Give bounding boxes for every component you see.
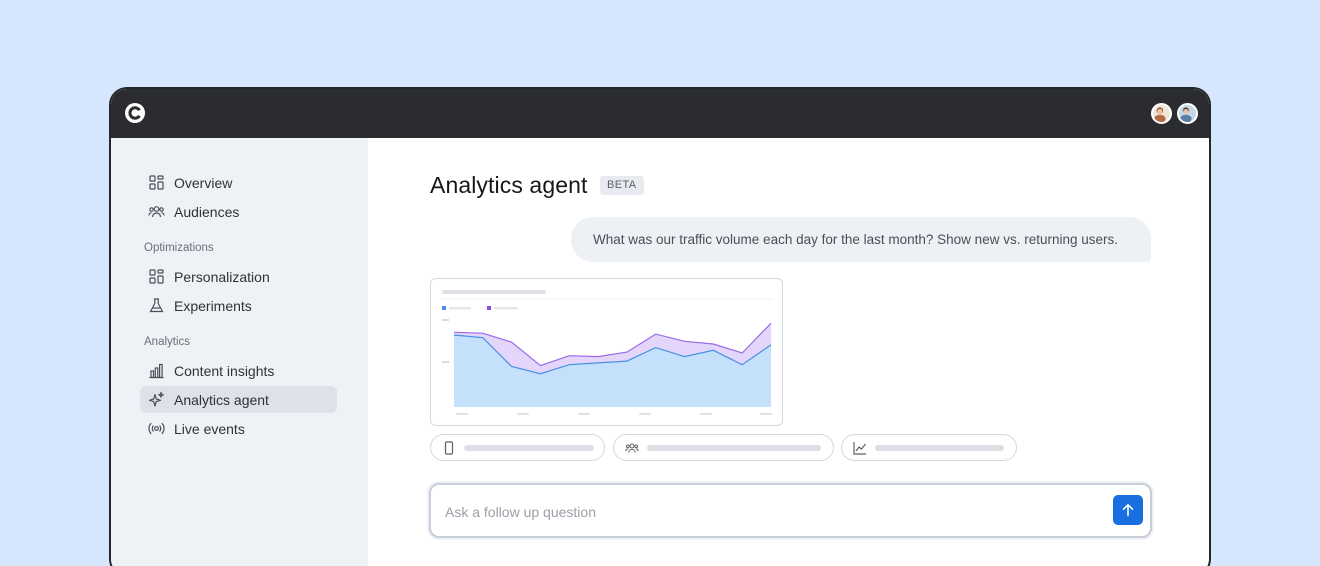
mobile-icon bbox=[444, 440, 454, 455]
traffic-area-chart bbox=[442, 290, 773, 415]
suggestion-chip-trend[interactable] bbox=[841, 434, 1017, 461]
grid-icon bbox=[149, 269, 164, 284]
x-tick-label-placeholder bbox=[578, 413, 590, 415]
main-content: Analytics agent BETA What was our traffi… bbox=[368, 138, 1209, 566]
bar-chart-icon bbox=[149, 363, 164, 379]
user-avatar-icon[interactable] bbox=[1151, 103, 1172, 124]
user-message-bubble: What was our traffic volume each day for… bbox=[571, 217, 1151, 262]
follow-up-input-box[interactable] bbox=[429, 483, 1152, 538]
line-chart-icon bbox=[853, 441, 866, 455]
beta-badge: BETA bbox=[600, 176, 644, 195]
sidebar-item-label: Audiences bbox=[174, 203, 240, 220]
send-button[interactable] bbox=[1113, 495, 1143, 525]
section-label-optimizations: Optimizations bbox=[144, 242, 214, 254]
sidebar-item-label: Live events bbox=[174, 420, 245, 437]
sidebar-item-content-insights[interactable]: Content insights bbox=[140, 357, 337, 384]
y-tick-label-placeholder bbox=[442, 361, 449, 363]
y-tick-label-placeholder bbox=[442, 319, 449, 321]
sidebar-item-label: Overview bbox=[174, 174, 233, 191]
x-tick-label-placeholder bbox=[639, 413, 651, 415]
chart-title-placeholder bbox=[442, 290, 546, 294]
sidebar-item-live-events[interactable]: Live events bbox=[140, 415, 337, 442]
sidebar-item-label: Personalization bbox=[174, 268, 270, 285]
sidebar-item-experiments[interactable]: Experiments bbox=[140, 292, 337, 319]
sidebar-item-label: Experiments bbox=[174, 297, 252, 314]
x-tick-label-placeholder bbox=[517, 413, 529, 415]
grid-icon bbox=[149, 175, 164, 190]
chip-label-placeholder bbox=[464, 444, 594, 451]
legend-swatch-returning bbox=[487, 306, 491, 310]
contentsquare-logo-icon[interactable] bbox=[123, 101, 147, 125]
sidebar-item-label: Content insights bbox=[174, 362, 275, 379]
people-icon bbox=[148, 206, 165, 218]
suggestion-chip-audience[interactable] bbox=[613, 434, 834, 461]
flask-icon bbox=[149, 298, 164, 313]
people-icon bbox=[625, 443, 639, 453]
sidebar-item-audiences[interactable]: Audiences bbox=[140, 198, 337, 225]
chip-label-placeholder bbox=[875, 444, 1004, 451]
legend-label-placeholder bbox=[494, 307, 518, 310]
x-tick-label-placeholder bbox=[456, 413, 468, 415]
title-bar bbox=[111, 89, 1209, 138]
x-tick-label-placeholder bbox=[700, 413, 712, 415]
suggestion-chip-device[interactable] bbox=[430, 434, 605, 461]
legend-swatch-new bbox=[442, 306, 446, 310]
broadcast-icon bbox=[148, 422, 165, 435]
user-avatar-icon[interactable] bbox=[1177, 103, 1198, 124]
sidebar-item-overview[interactable]: Overview bbox=[140, 169, 337, 196]
follow-up-input[interactable] bbox=[445, 501, 1085, 523]
legend-label-placeholder bbox=[449, 307, 471, 310]
app-window: Overview Audiences Optimizations Persona… bbox=[109, 87, 1211, 566]
sidebar-item-analytics-agent[interactable]: Analytics agent bbox=[140, 386, 337, 413]
sidebar-item-personalization[interactable]: Personalization bbox=[140, 263, 337, 290]
arrow-up-icon bbox=[1122, 504, 1134, 517]
section-label-analytics: Analytics bbox=[144, 336, 191, 348]
sidebar: Overview Audiences Optimizations Persona… bbox=[111, 138, 368, 566]
x-tick-label-placeholder bbox=[760, 413, 772, 415]
sparkle-icon bbox=[148, 391, 164, 407]
sidebar-item-label: Analytics agent bbox=[174, 391, 269, 408]
chip-label-placeholder bbox=[647, 444, 821, 451]
page-title: Analytics agent bbox=[430, 172, 588, 198]
chart-card[interactable] bbox=[430, 278, 783, 426]
